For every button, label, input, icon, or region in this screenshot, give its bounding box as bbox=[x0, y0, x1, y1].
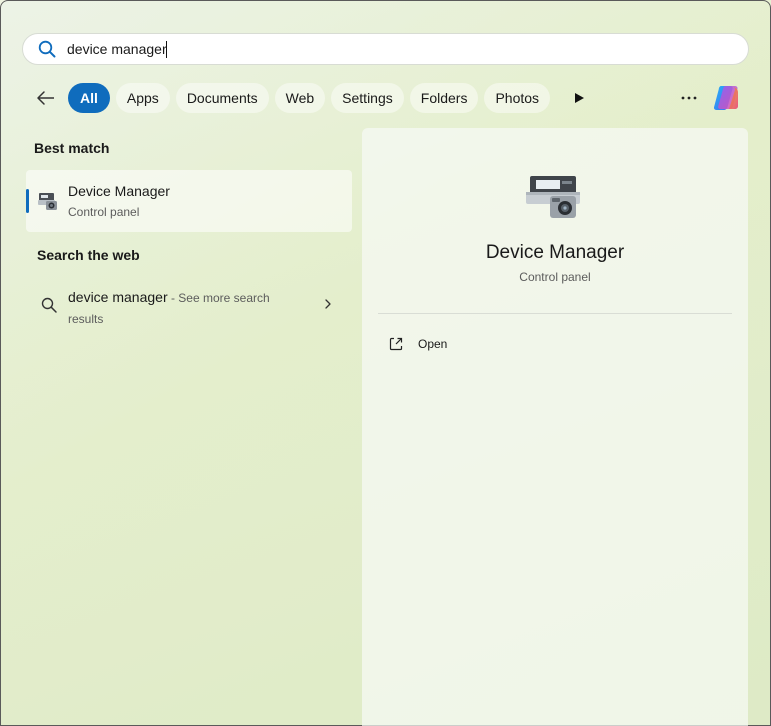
filter-apps[interactable]: Apps bbox=[115, 83, 170, 113]
filter-documents[interactable]: Documents bbox=[175, 83, 269, 113]
chevron-right-icon bbox=[322, 297, 334, 311]
best-match-subtitle: Control panel bbox=[68, 205, 140, 219]
search-icon bbox=[40, 296, 58, 314]
search-box[interactable]: device manager bbox=[22, 33, 749, 65]
search-web-heading: Search the web bbox=[37, 247, 140, 263]
divider bbox=[378, 313, 732, 314]
preview-pane: Device Manager Control panel Open bbox=[362, 128, 748, 726]
filter-all[interactable]: All bbox=[68, 83, 110, 113]
filter-folders[interactable]: Folders bbox=[409, 83, 479, 113]
filter-settings[interactable]: Settings bbox=[331, 83, 404, 113]
filter-photos[interactable]: Photos bbox=[484, 83, 551, 113]
text-caret bbox=[165, 40, 167, 58]
back-button[interactable] bbox=[30, 82, 62, 114]
search-input[interactable]: device manager bbox=[67, 41, 167, 57]
copilot-icon bbox=[713, 86, 738, 110]
search-icon bbox=[37, 39, 57, 59]
web-search-result[interactable]: device manager - See more search results bbox=[26, 280, 352, 330]
web-result-query: device manager bbox=[68, 289, 168, 305]
copilot-button[interactable] bbox=[712, 83, 744, 113]
selection-indicator bbox=[26, 189, 29, 213]
device-manager-icon bbox=[524, 172, 584, 222]
play-icon bbox=[575, 93, 585, 103]
best-match-result[interactable]: Device Manager Control panel bbox=[26, 170, 352, 232]
filter-web[interactable]: Web bbox=[274, 83, 326, 113]
back-arrow-icon bbox=[37, 91, 54, 105]
web-result-text: device manager - See more search results bbox=[68, 287, 288, 329]
preview-title: Device Manager bbox=[485, 242, 625, 263]
more-icon bbox=[681, 96, 697, 100]
device-manager-icon bbox=[37, 190, 59, 212]
filter-bar: All Apps Documents Web Settings Folders … bbox=[30, 82, 594, 114]
open-external-icon bbox=[388, 336, 404, 352]
more-options-button[interactable] bbox=[674, 86, 704, 110]
open-action[interactable]: Open bbox=[378, 328, 732, 360]
best-match-heading: Best match bbox=[34, 140, 110, 156]
more-filters-button[interactable] bbox=[564, 83, 594, 113]
best-match-title: Device Manager bbox=[68, 183, 170, 199]
preview-subtitle: Control panel bbox=[519, 270, 591, 284]
open-action-label: Open bbox=[418, 337, 448, 351]
